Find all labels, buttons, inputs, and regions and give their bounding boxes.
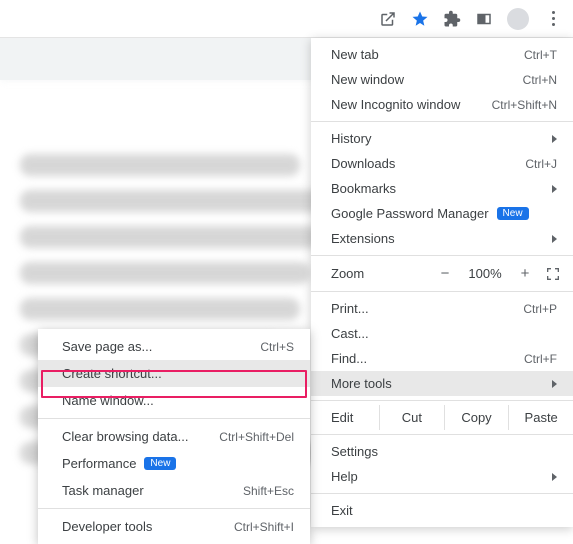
menu-find[interactable]: Find...Ctrl+F <box>311 346 573 371</box>
chevron-right-icon <box>552 135 557 143</box>
zoom-label: Zoom <box>331 266 425 281</box>
menu-separator <box>311 400 573 401</box>
menu-extensions[interactable]: Extensions <box>311 226 573 251</box>
submenu-save-page[interactable]: Save page as...Ctrl+S <box>38 333 310 360</box>
chevron-right-icon <box>552 380 557 388</box>
menu-more-tools[interactable]: More tools <box>311 371 573 396</box>
submenu-name-window[interactable]: Name window... <box>38 387 310 414</box>
new-badge: New <box>497 207 529 220</box>
menu-separator <box>311 255 573 256</box>
menu-separator <box>38 508 310 509</box>
zoom-out-button[interactable]: − <box>433 265 457 282</box>
share-icon[interactable] <box>379 10 397 28</box>
submenu-task-manager[interactable]: Task managerShift+Esc <box>38 477 310 504</box>
menu-cast[interactable]: Cast... <box>311 321 573 346</box>
menu-separator <box>311 121 573 122</box>
menu-edit-row: Edit Cut Copy Paste <box>311 405 573 430</box>
menu-exit[interactable]: Exit <box>311 498 573 523</box>
menu-new-incognito[interactable]: New Incognito windowCtrl+Shift+N <box>311 92 573 117</box>
chevron-right-icon <box>552 185 557 193</box>
profile-avatar[interactable] <box>507 8 529 30</box>
menu-downloads[interactable]: DownloadsCtrl+J <box>311 151 573 176</box>
menu-separator <box>311 291 573 292</box>
new-badge: New <box>144 457 176 470</box>
menu-zoom: Zoom − 100% + <box>311 260 573 287</box>
menu-print[interactable]: Print...Ctrl+P <box>311 296 573 321</box>
more-tools-submenu: Save page as...Ctrl+S Create shortcut...… <box>38 329 310 544</box>
menu-history[interactable]: History <box>311 126 573 151</box>
edit-paste[interactable]: Paste <box>508 405 573 430</box>
submenu-clear-data[interactable]: Clear browsing data...Ctrl+Shift+Del <box>38 423 310 450</box>
chrome-main-menu: New tabCtrl+T New windowCtrl+N New Incog… <box>311 38 573 527</box>
menu-help[interactable]: Help <box>311 464 573 489</box>
chevron-right-icon <box>552 473 557 481</box>
submenu-developer-tools[interactable]: Developer toolsCtrl+Shift+I <box>38 513 310 540</box>
submenu-performance[interactable]: PerformanceNew <box>38 450 310 477</box>
menu-separator <box>311 434 573 435</box>
star-icon[interactable] <box>411 10 429 28</box>
fullscreen-icon[interactable] <box>545 266 561 282</box>
menu-password-manager[interactable]: Google Password ManagerNew <box>311 201 573 226</box>
edit-cut[interactable]: Cut <box>379 405 444 430</box>
more-menu-icon[interactable] <box>543 5 563 33</box>
zoom-value: 100% <box>465 266 505 281</box>
menu-new-window[interactable]: New windowCtrl+N <box>311 67 573 92</box>
menu-bookmarks[interactable]: Bookmarks <box>311 176 573 201</box>
menu-new-tab[interactable]: New tabCtrl+T <box>311 42 573 67</box>
menu-separator <box>38 418 310 419</box>
chevron-right-icon <box>552 235 557 243</box>
menu-settings[interactable]: Settings <box>311 439 573 464</box>
submenu-create-shortcut[interactable]: Create shortcut... <box>38 360 310 387</box>
browser-toolbar <box>0 0 573 38</box>
edit-copy[interactable]: Copy <box>444 405 509 430</box>
menu-separator <box>311 493 573 494</box>
zoom-in-button[interactable]: + <box>513 265 537 282</box>
edit-label: Edit <box>311 405 379 430</box>
side-panel-icon[interactable] <box>475 10 493 28</box>
extensions-puzzle-icon[interactable] <box>443 10 461 28</box>
